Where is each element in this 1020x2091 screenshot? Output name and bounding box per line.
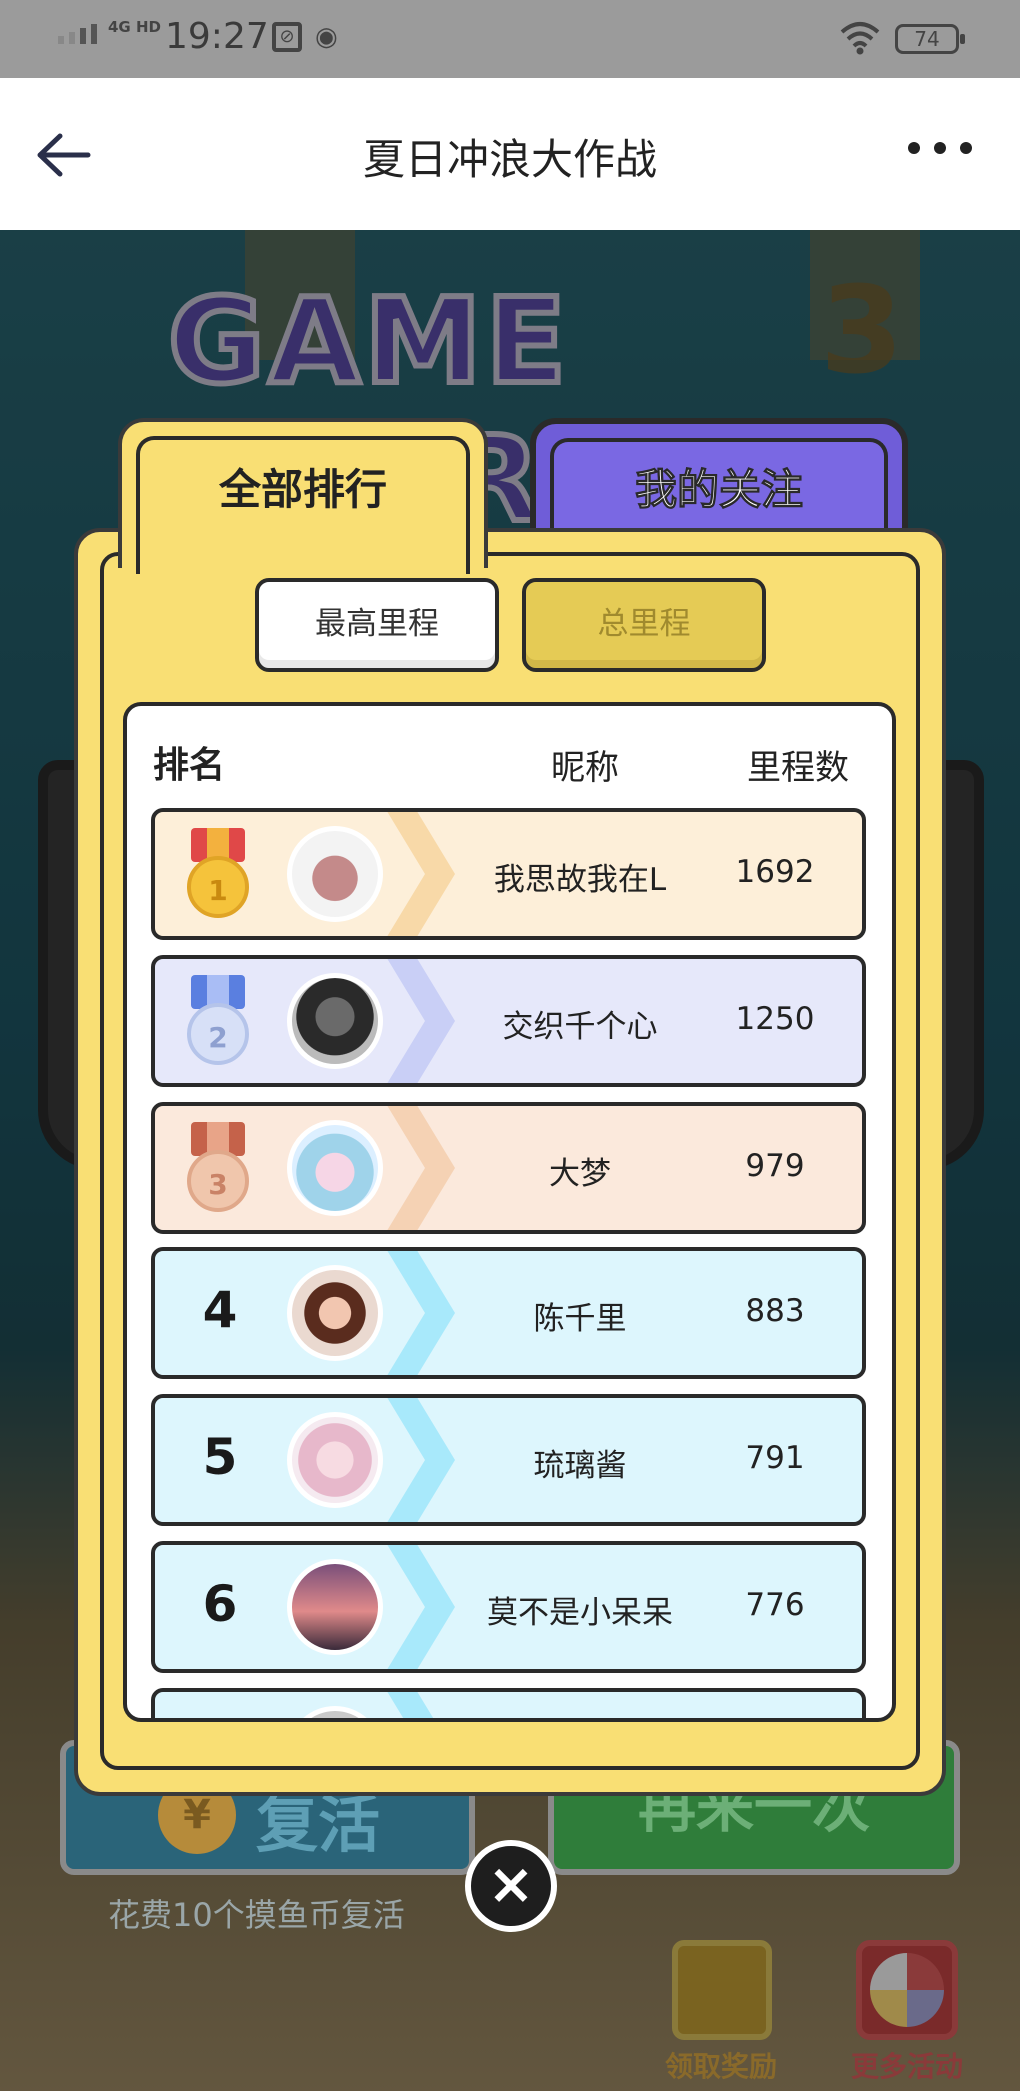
ranking-table: 排名 昵称 里程数 1 我思故我在L 1692 2 交织千个心 1250 3 大… [123,702,896,1722]
player-distance: 1250 [735,1001,815,1037]
chevron-decoration [387,1545,455,1669]
silver-medal-icon: 2 [183,975,253,1071]
wechat-icon: ◉ [315,22,338,52]
avatar[interactable] [287,973,383,1069]
segment-total-distance[interactable]: 总里程 [522,578,766,672]
medal-rank: 2 [187,1003,249,1065]
header-rank: 排名 [153,745,226,786]
more-menu-icon[interactable] [908,138,972,158]
player-distance: 791 [745,1440,805,1476]
table-row[interactable]: 4 陈千里 883 [151,1247,866,1379]
nav-bar: 夏日冲浪大作战 [0,78,1020,230]
player-distance: 883 [745,1293,805,1329]
table-row[interactable]: 5 琉璃酱 791 [151,1394,866,1526]
table-row[interactable]: 2 交织千个心 1250 [151,955,866,1087]
rank-number: 6 [202,1575,238,1633]
segment-best-distance[interactable]: 最高里程 [255,578,499,672]
battery-icon: 74 [895,24,965,54]
signal-icon [58,24,97,44]
chevron-decoration [387,812,455,936]
wifi-icon [840,22,880,55]
chevron-decoration [387,1398,455,1522]
medal-rank: 3 [187,1150,249,1212]
chevron-decoration [387,1251,455,1375]
bronze-medal-icon: 3 [183,1122,253,1218]
avatar[interactable] [287,1265,383,1361]
header-nickname: 昵称 [551,748,619,788]
player-name: 陈千里 [533,1301,627,1337]
player-distance: 979 [745,1148,805,1184]
network-type: 4G HD [108,18,161,36]
table-row[interactable] [151,1688,866,1718]
rank-number: 5 [202,1428,238,1486]
tab-all-ranking-label: 全部排行 [218,465,387,514]
avatar[interactable] [287,1120,383,1216]
player-distance: 1692 [735,854,815,890]
revive-cost-note: 花费10个摸鱼币复活 [108,1896,405,1934]
status-bar: 4G HD 19:27 ⊘ ◉ 74 [0,0,1020,78]
chevron-decoration [387,1692,434,1718]
avatar[interactable] [287,1706,383,1718]
close-icon[interactable]: × [465,1840,557,1932]
table-row[interactable]: 3 大梦 979 [151,1102,866,1234]
claim-reward-button: 领取奖励 [662,1935,780,2085]
table-header: 排名 昵称 里程数 [127,736,892,788]
status-time: 19:27 [165,16,269,57]
claim-reward-label: 领取奖励 [664,2050,777,2083]
player-distance: 776 [745,1587,805,1623]
gold-medal-icon: 1 [183,828,253,924]
chevron-decoration [387,1106,455,1230]
avatar[interactable] [287,1559,383,1655]
player-name: 交织千个心 [502,1009,658,1045]
rank-number: 4 [202,1281,238,1339]
avatar[interactable] [287,826,383,922]
more-activities-label: 更多活动 [850,2050,963,2083]
medal-rank: 1 [187,856,249,918]
table-row[interactable]: 1 我思故我在L 1692 [151,808,866,940]
player-name: 我思故我在L [493,862,667,898]
player-name: 大梦 [549,1156,611,1192]
more-activities-button: 更多活动 [848,1935,966,2085]
chevron-decoration [387,959,455,1083]
treasure-chest-icon [672,1940,772,2040]
page-title: 夏日冲浪大作战 [362,135,657,184]
player-name: 莫不是小呆呆 [487,1595,673,1631]
avatar[interactable] [287,1412,383,1508]
table-row[interactable]: 6 莫不是小呆呆 776 [151,1541,866,1673]
tab-all-ranking[interactable]: 全部排行 [118,418,488,574]
beach-ball-icon [870,1953,944,2027]
notification-icon: ⊘ [272,22,302,52]
tab-following-label: 我的关注 [634,465,803,515]
header-distance: 里程数 [747,748,849,788]
player-name: 琉璃酱 [533,1448,627,1484]
